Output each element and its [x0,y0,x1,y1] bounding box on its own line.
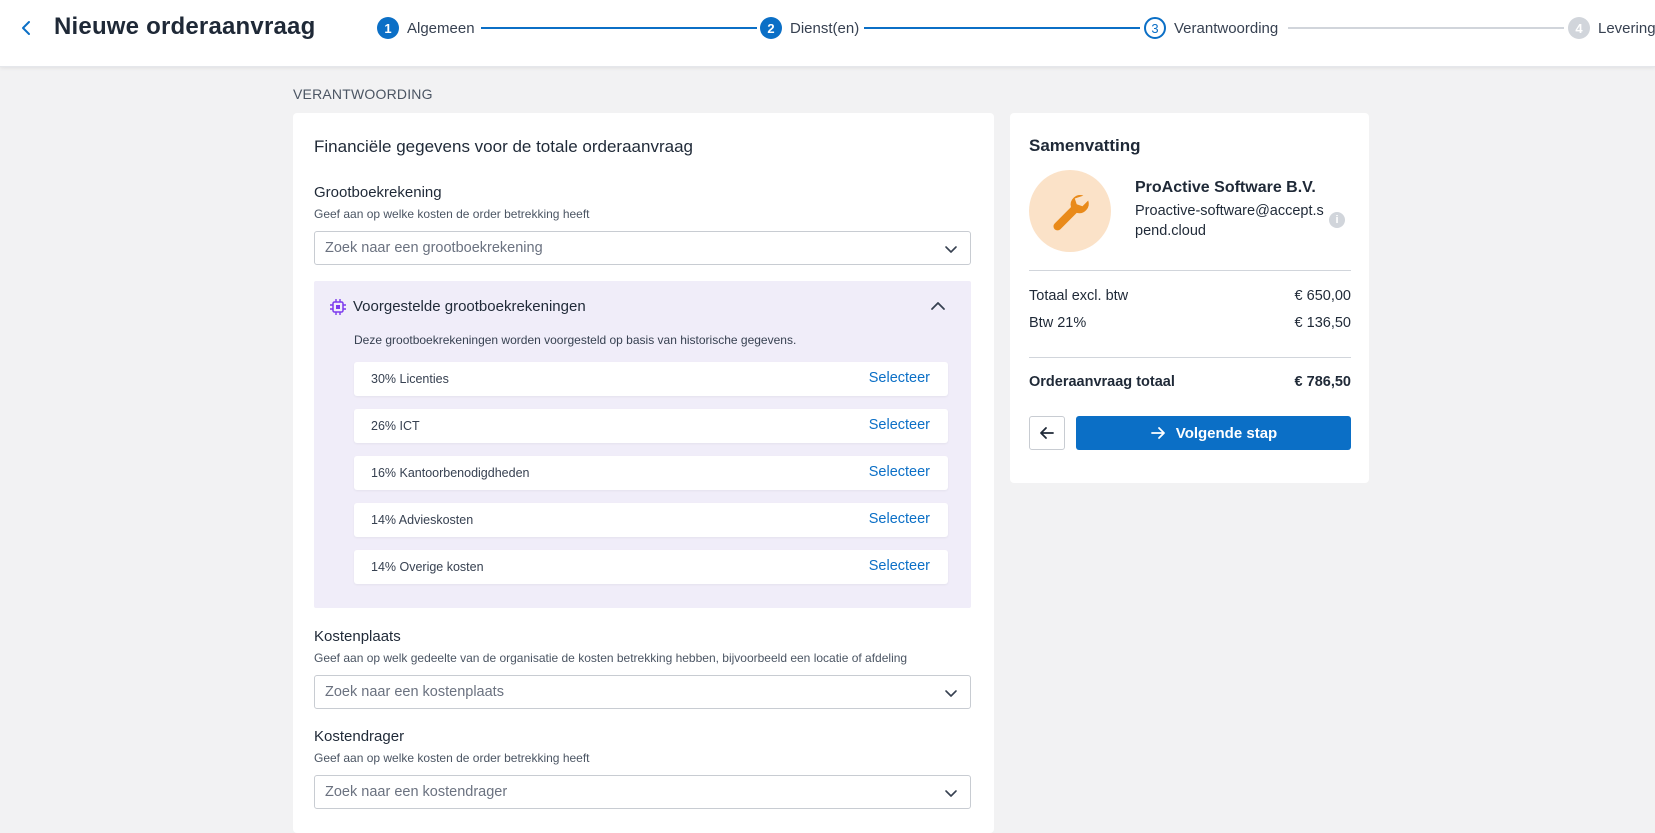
vat-label: Btw 21% [1029,315,1087,331]
vendor-name: ProActive Software B.V. [1135,179,1316,196]
step-algemeen[interactable]: 1 Algemeen [377,16,475,40]
select-suggestion-button[interactable]: Selecteer [869,417,930,433]
suggestion-item: 16% Kantoorbenodigdheden Selecteer [354,456,948,490]
chevron-down-icon [945,246,957,253]
chevron-down-icon [945,690,957,697]
divider [1029,357,1351,358]
ledger-placeholder: Zoek naar een grootboekrekening [325,240,543,256]
vendor-email: Proactive-software@accept.spend.cloud [1135,203,1324,239]
cost-center-placeholder: Zoek naar een kostenplaats [325,684,504,700]
cost-unit-placeholder: Zoek naar een kostendrager [325,784,508,800]
suggestion-label: 30% Licenties [371,372,449,386]
suggestion-item: 14% Overige kosten Selecteer [354,550,948,584]
ledger-select[interactable]: Zoek naar een grootboekrekening [314,231,971,265]
page-title: Nieuwe orderaanvraag [54,13,316,40]
step-label: Dienst(en) [790,19,860,37]
suggestions-panel: Voorgestelde grootboekrekeningen Deze gr… [314,281,971,608]
cost-unit-help: Geef aan op welke kosten de order betrek… [314,751,590,765]
subtotal-label: Totaal excl. btw [1029,288,1129,304]
ledger-help: Geef aan op welke kosten de order betrek… [314,207,590,221]
back-icon[interactable] [14,16,38,40]
step-diensten[interactable]: 2 Dienst(en) [760,16,859,40]
select-suggestion-button[interactable]: Selecteer [869,558,930,574]
previous-step-button[interactable] [1029,416,1065,450]
ledger-title: Grootboekrekening [314,184,442,201]
ai-chip-icon [330,299,346,315]
suggestion-item: 14% Advieskosten Selecteer [354,503,948,537]
cost-unit-title: Kostendrager [314,728,405,745]
cost-center-title: Kostenplaats [314,628,401,645]
section-label: VERANTWOORDING [293,86,433,102]
suggestion-label: 26% ICT [371,419,420,433]
top-bar: Nieuwe orderaanvraag 1 Algemeen 2 Dienst… [0,0,1655,67]
step-levering[interactable]: 4 Levering [1568,16,1655,40]
suggestions-title: Voorgestelde grootboekrekeningen [353,298,586,315]
financial-card: Financiële gegevens voor de totale order… [293,113,994,833]
stepper-line-1 [481,27,757,29]
vendor-avatar [1029,170,1111,252]
suggestion-label: 14% Overige kosten [371,560,484,574]
cost-center-select[interactable]: Zoek naar een kostenplaats [314,675,971,709]
next-step-button[interactable]: Volgende stap [1076,416,1351,450]
arrow-right-icon [1150,427,1165,439]
info-icon[interactable]: i [1329,212,1345,228]
step-label: Levering [1598,19,1655,37]
step-number: 1 [377,17,399,39]
step-number: 4 [1568,17,1590,39]
select-suggestion-button[interactable]: Selecteer [869,370,930,386]
step-label: Algemeen [407,19,475,37]
suggestion-label: 14% Advieskosten [371,513,474,527]
select-suggestion-button[interactable]: Selecteer [869,511,930,527]
suggestion-item: 30% Licenties Selecteer [354,362,948,396]
total-label: Orderaanvraag totaal [1029,374,1175,390]
suggestions-description: Deze grootboekrekeningen worden voorgest… [354,333,797,347]
subtotal-value: € 650,00 [1294,288,1351,304]
step-label: Verantwoording [1174,19,1279,37]
chevron-up-icon[interactable] [929,297,947,315]
next-step-label: Volgende stap [1175,424,1278,442]
cost-unit-select[interactable]: Zoek naar een kostendrager [314,775,971,809]
stepper-line-2 [864,27,1140,29]
step-number: 2 [760,17,782,39]
wrench-icon [1053,195,1089,231]
select-suggestion-button[interactable]: Selecteer [869,464,930,480]
summary-title: Samenvatting [1029,136,1141,155]
step-number: 3 [1144,17,1166,39]
vat-value: € 136,50 [1294,315,1351,331]
divider [1029,270,1351,271]
suggestion-label: 16% Kantoorbenodigdheden [371,466,530,480]
suggestion-item: 26% ICT Selecteer [354,409,948,443]
card-heading: Financiële gegevens voor de totale order… [314,137,693,156]
arrow-left-icon [1040,427,1054,439]
chevron-down-icon [945,790,957,797]
suggestions-list: 30% Licenties Selecteer 26% ICT Selectee… [354,362,948,597]
stepper-line-3 [1288,27,1564,29]
cost-center-help: Geef aan op welk gedeelte van de organis… [314,651,908,665]
total-value: € 786,50 [1294,374,1351,390]
summary-card: Samenvatting ProActive Software B.V. Pro… [1010,113,1369,483]
step-verantwoording[interactable]: 3 Verantwoording [1144,16,1278,40]
